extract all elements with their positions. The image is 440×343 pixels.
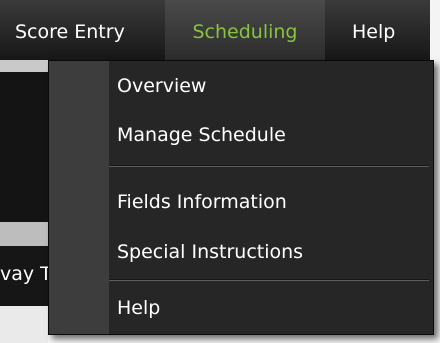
background-panel xyxy=(0,72,48,222)
dropdown-separator xyxy=(109,165,429,167)
dropdown-item-manage-schedule[interactable]: Manage Schedule xyxy=(117,124,286,146)
dropdown-gutter xyxy=(49,61,109,334)
dropdown-item-special-instructions[interactable]: Special Instructions xyxy=(117,241,303,263)
background-strip xyxy=(0,222,48,246)
dropdown-item-help[interactable]: Help xyxy=(117,297,160,319)
background-cell-text: vay T xyxy=(0,263,48,285)
menu-scheduling[interactable]: Scheduling xyxy=(165,0,325,60)
menu-bar: Score Entry Scheduling Help xyxy=(0,0,430,60)
dropdown-item-fields-information[interactable]: Fields Information xyxy=(117,191,287,213)
menu-bar-edge xyxy=(430,0,440,60)
menu-score-entry[interactable]: Score Entry xyxy=(15,0,125,60)
background-area xyxy=(0,306,48,343)
background-strip xyxy=(0,60,48,72)
menu-help[interactable]: Help xyxy=(352,0,395,60)
scheduling-dropdown: Overview Manage Schedule Fields Informat… xyxy=(48,60,434,335)
dropdown-separator xyxy=(109,279,429,281)
dropdown-item-overview[interactable]: Overview xyxy=(117,75,206,97)
